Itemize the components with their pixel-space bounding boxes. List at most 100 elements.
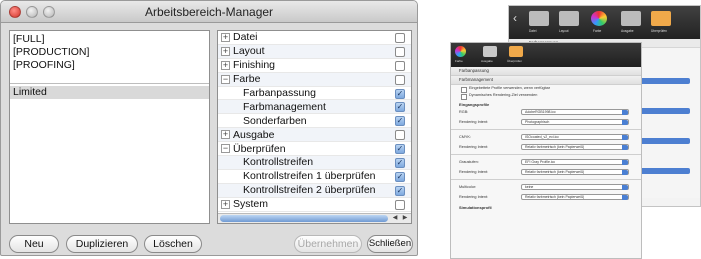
visibility-checkbox[interactable]: ✓: [395, 102, 405, 113]
profile-popup[interactable]: Relativ farbmetrisch (kein Papierweiß): [521, 169, 629, 175]
expand-icon[interactable]: +: [221, 46, 230, 56]
profile-popup[interactable]: Photographisch: [521, 119, 629, 125]
review-icon: [509, 46, 523, 57]
visibility-checkbox[interactable]: ✓: [395, 116, 405, 127]
workspace-item-production[interactable]: [PRODUCTION]: [10, 46, 209, 59]
workspace-item-limited[interactable]: Limited: [10, 86, 209, 99]
file-icon: [529, 11, 549, 26]
menu-tree-row[interactable]: Kontrollstreifen ✓: [218, 156, 411, 170]
toolbar-label: Layout: [559, 29, 569, 33]
section-header-farbmanagement: Farbmanagement: [451, 76, 641, 85]
menu-tree-row[interactable]: Sonderfarben ✓: [218, 114, 411, 129]
review-icon: [651, 11, 671, 26]
visibility-checkbox[interactable]: [395, 46, 405, 57]
visibility-checkbox[interactable]: ✓: [395, 144, 405, 155]
visibility-checkbox[interactable]: [395, 130, 405, 141]
profile-label: Multicolor:: [459, 185, 477, 189]
visibility-checkbox[interactable]: ✓: [395, 158, 405, 169]
visibility-checkbox[interactable]: ✓: [395, 171, 405, 182]
close-button[interactable]: Schließen: [367, 235, 413, 253]
toolbar-label: Farbe: [593, 29, 602, 33]
toolbar-label: Überprüfen: [651, 29, 667, 33]
toolbar-label: Datei: [529, 29, 537, 33]
collapse-icon[interactable]: −: [221, 144, 230, 154]
toolbar-label: Überprüfen: [507, 59, 523, 63]
preview-front-toolbar: Farbe Ausgabe Überprüfen: [451, 43, 641, 67]
menu-tree-label: Kontrollstreifen: [243, 156, 314, 169]
title-bar: Arbeitsbereich-Manager: [1, 1, 417, 23]
menu-tree-rows: + Datei + Layout + Finishing − Farbe Farbanpassu…: [218, 31, 411, 212]
duplicate-button[interactable]: Duplizieren: [66, 235, 138, 253]
menu-tree-label: Farbmanagement: [243, 100, 326, 113]
profile-popup[interactable]: Relativ farbmetrisch (kein Papierweiß): [521, 144, 629, 150]
scroll-left-icon[interactable]: ◀: [390, 214, 400, 223]
menu-tree-row[interactable]: + Finishing: [218, 59, 411, 73]
profile-label: Rendering Intent:: [459, 195, 489, 199]
visibility-checkbox[interactable]: [395, 33, 405, 43]
menu-tree-row[interactable]: Kontrollstreifen 1 überprüfen ✓: [218, 170, 411, 184]
profile-row: Multicolor: keine: [451, 182, 641, 192]
apply-button[interactable]: Übernehmen: [294, 235, 362, 253]
visibility-checkbox[interactable]: ✓: [395, 88, 405, 99]
profile-row: RGB: AdobeRGB1998.icc: [451, 107, 641, 117]
scrollbar-thumb[interactable]: [220, 215, 388, 222]
checkbox-dynamic-rendering: Dynamisches Rendering-Ziel verwenden: [451, 92, 641, 100]
color-icon: [455, 46, 466, 57]
visibility-checkbox[interactable]: [395, 74, 405, 85]
profile-list: RGB: AdobeRGB1998.icc Rendering Intent: Pho…: [451, 107, 641, 202]
profile-row: Rendering Intent: Relativ farbmetrisch (k…: [451, 167, 641, 177]
profile-divider: [451, 154, 641, 155]
expand-icon[interactable]: +: [221, 60, 230, 70]
profile-popup[interactable]: Relativ farbmetrisch (kein Papierweiß): [521, 194, 629, 200]
menu-tree-row[interactable]: − Farbe: [218, 72, 411, 87]
expand-icon[interactable]: +: [221, 130, 230, 140]
visibility-checkbox[interactable]: ✓: [395, 185, 405, 196]
visibility-checkbox[interactable]: [395, 60, 405, 71]
scroll-right-icon[interactable]: ▶: [400, 214, 410, 223]
menu-tree-row[interactable]: Kontrollstreifen 2 überprüfen ✓: [218, 183, 411, 198]
expand-icon[interactable]: +: [221, 32, 230, 42]
profile-label: CMYK:: [459, 135, 472, 139]
menu-tree-label: Farbanpassung: [243, 87, 316, 99]
menu-tree-row[interactable]: + System: [218, 198, 411, 212]
horizontal-scrollbar[interactable]: ◀ ▶: [218, 213, 411, 223]
workspace-manager-window: Arbeitsbereich-Manager [FULL] [PRODUCTIO…: [0, 0, 418, 256]
checkbox-embedded-profiles: Eingebettete Profile verwenden, wenn ver…: [451, 85, 641, 93]
group-simulation-profile: Simulationsprofil: [459, 205, 492, 210]
profile-divider: [451, 179, 641, 180]
workspace-item-full[interactable]: [FULL]: [10, 33, 209, 46]
expand-icon[interactable]: +: [221, 199, 230, 209]
delete-button[interactable]: Löschen: [144, 235, 202, 253]
profile-label: RGB:: [459, 110, 469, 114]
menu-tree-label: Kontrollstreifen 1 überprüfen: [243, 170, 376, 183]
menu-tree-row[interactable]: + Ausgabe: [218, 128, 411, 143]
output-icon: [483, 46, 497, 57]
menu-tree-row[interactable]: Farbmanagement ✓: [218, 100, 411, 115]
menu-tree-label: Ausgabe: [233, 128, 275, 141]
group-input-profiles: Eingangsprofile: [459, 102, 490, 107]
profile-popup[interactable]: EFI Gray Profile.icc: [521, 159, 629, 165]
profile-row: Graustufen: EFI Gray Profile.icc: [451, 157, 641, 167]
profile-popup[interactable]: ISOcoated_v2_eci.icc: [521, 134, 629, 140]
menu-tree-row[interactable]: − Überprüfen ✓: [218, 142, 411, 157]
workspace-item-proofing[interactable]: [PROOFING]: [10, 59, 209, 72]
color-icon: [591, 11, 607, 26]
collapse-icon[interactable]: −: [221, 74, 230, 84]
profile-row: Rendering Intent: Relativ farbmetrisch (k…: [451, 192, 641, 202]
window-title: Arbeitsbereich-Manager: [144, 5, 274, 19]
profile-label: Rendering Intent:: [459, 120, 489, 124]
menu-tree-label: Layout: [233, 45, 265, 58]
menu-tree-label: Datei: [233, 31, 258, 44]
menu-tree-row[interactable]: Farbanpassung ✓: [218, 87, 411, 101]
preview-front-panel: Farbe Ausgabe Überprüfen Farbanpassung F…: [450, 42, 642, 259]
profile-popup[interactable]: keine: [521, 184, 629, 190]
profile-popup[interactable]: AdobeRGB1998.icc: [521, 109, 629, 115]
menu-tree-row[interactable]: + Layout: [218, 44, 411, 59]
menu-tree-label: Überprüfen: [233, 142, 286, 155]
new-button[interactable]: Neu: [9, 235, 59, 253]
visibility-checkbox[interactable]: [395, 199, 405, 210]
menu-tree: + Datei + Layout + Finishing − Farbe Farbanpassu…: [217, 30, 412, 224]
menu-tree-row[interactable]: + Datei: [218, 31, 411, 45]
profile-divider: [451, 129, 641, 130]
profile-label: Rendering Intent:: [459, 145, 489, 149]
